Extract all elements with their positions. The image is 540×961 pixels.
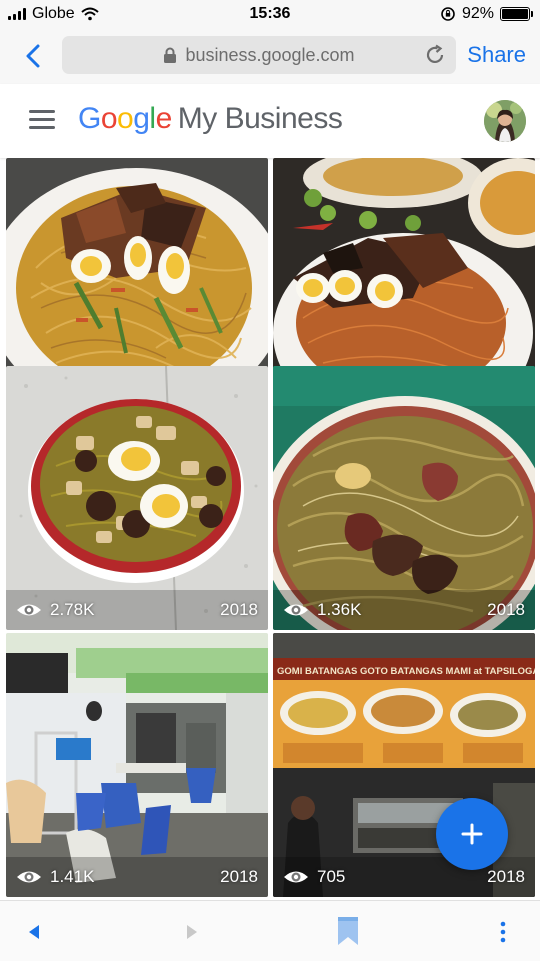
eye-icon xyxy=(284,604,308,616)
view-count: 1.36K xyxy=(283,600,361,620)
battery-percent: 92% xyxy=(461,5,494,22)
photo-grid: 13 0d xyxy=(0,158,540,900)
logo-letter: e xyxy=(155,102,173,135)
account-avatar[interactable] xyxy=(484,100,526,142)
photo-tile[interactable]: 1.36K 2018 xyxy=(273,366,535,630)
add-photo-button[interactable] xyxy=(436,798,508,870)
photo-age: 2018 xyxy=(220,867,258,886)
photo-tile[interactable]: 2.78K 2018 xyxy=(6,366,268,630)
view-count: 1.41K xyxy=(16,867,94,887)
photo-meta: 1.41K 2018 xyxy=(16,867,258,887)
browser-bottom-bar xyxy=(0,900,540,961)
hamburger-menu-icon[interactable] xyxy=(29,110,55,130)
reload-icon[interactable] xyxy=(424,44,446,66)
view-count-value: 705 xyxy=(317,867,346,886)
battery-icon xyxy=(500,7,533,21)
eye-icon xyxy=(284,871,308,883)
photo-age: 2018 xyxy=(487,600,525,619)
logo-product-name: My Business xyxy=(177,102,343,135)
google-my-business-logo[interactable]: Google My Business xyxy=(78,102,343,136)
forward-arrow-icon[interactable] xyxy=(184,923,200,941)
url-text: business.google.com xyxy=(185,44,355,65)
photo-meta: 705 2018 xyxy=(283,867,525,887)
browser-toolbar: business.google.com Share xyxy=(0,28,540,85)
photo-tile[interactable]: 1.41K 2018 xyxy=(6,633,268,897)
address-bar[interactable]: business.google.com xyxy=(62,36,456,74)
photo-goto-bowl xyxy=(6,366,268,630)
bookmarks-icon[interactable] xyxy=(336,915,360,947)
logo-letter: g xyxy=(133,102,150,135)
plus-icon xyxy=(461,823,483,845)
lock-icon xyxy=(164,47,177,63)
app-header: Google My Business xyxy=(0,84,540,158)
photo-restaurant-interior xyxy=(6,633,268,897)
status-bar: Globe 15:36 92% xyxy=(0,0,540,28)
sign-text: GOMI BATANGAS GOTO BATANGAS MAMI at TAPS… xyxy=(277,666,535,677)
back-chevron-icon[interactable] xyxy=(22,42,46,70)
photo-meta: 2.78K 2018 xyxy=(16,600,258,620)
logo-letter: o xyxy=(100,102,118,135)
logo-letter: G xyxy=(78,102,101,135)
orientation-lock-icon xyxy=(441,7,455,21)
photo-age: 2018 xyxy=(220,600,258,619)
eye-icon xyxy=(17,604,41,616)
logo-letter: o xyxy=(117,102,134,135)
view-count-value: 1.36K xyxy=(317,600,362,619)
photo-meta: 1.36K 2018 xyxy=(283,600,525,620)
status-right: 92% xyxy=(440,5,533,23)
view-count: 705 xyxy=(283,867,345,887)
photo-soup-bowl xyxy=(273,366,535,630)
back-arrow-icon[interactable] xyxy=(26,923,42,941)
view-count: 2.78K xyxy=(16,600,94,620)
share-button[interactable]: Share xyxy=(467,42,526,68)
photo-age: 2018 xyxy=(487,867,525,886)
more-options-icon[interactable] xyxy=(498,921,508,943)
view-count-value: 2.78K xyxy=(50,600,95,619)
eye-icon xyxy=(17,871,41,883)
view-count-value: 1.41K xyxy=(50,867,95,886)
